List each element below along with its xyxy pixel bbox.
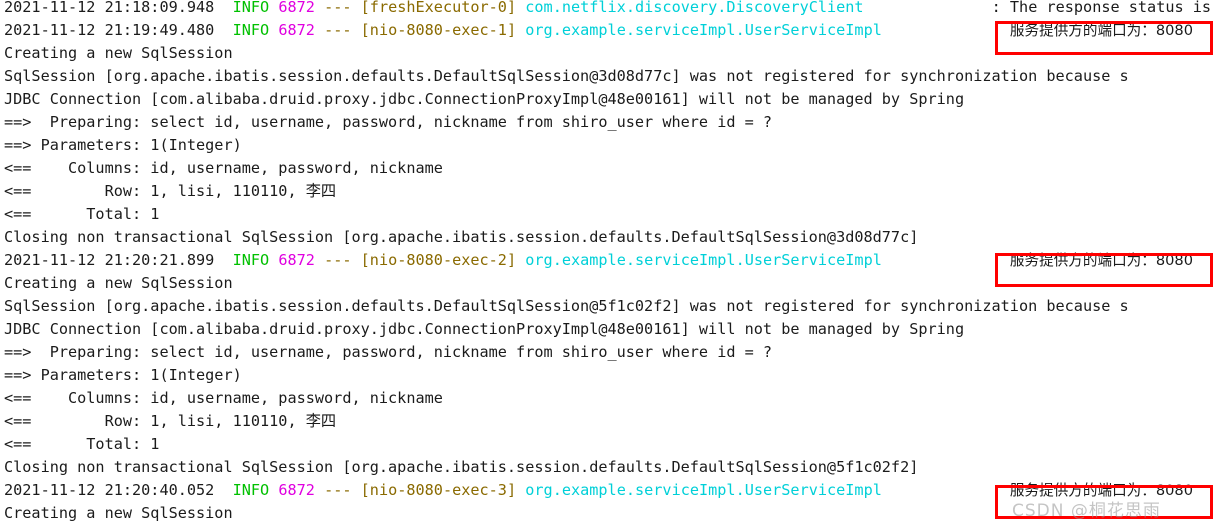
log-message: Creating a new SqlSession (4, 504, 233, 522)
log-message: JDBC Connection [com.alibaba.druid.proxy… (4, 320, 965, 338)
log-line: SqlSession [org.apache.ibatis.session.de… (4, 65, 1211, 88)
log-line: 2021-11-12 21:18:09.948 INFO 6872 --- [f… (4, 0, 1211, 19)
log-line: JDBC Connection [com.alibaba.druid.proxy… (4, 318, 1211, 341)
log-logger: org.example.serviceImpl.UserServiceImpl (525, 481, 882, 499)
log-colon: : (991, 251, 1010, 269)
log-colon: : (991, 0, 1010, 16)
log-thread: [nio-8080-exec-3] (360, 481, 517, 499)
log-line: <== Columns: id, username, password, nic… (4, 157, 1211, 180)
log-timestamp: 2021-11-12 21:20:40.052 (4, 481, 233, 499)
log-line: 2021-11-12 21:20:21.899 INFO 6872 --- [n… (4, 249, 1211, 272)
log-message: 服务提供方的端口为：8080 (1009, 22, 1193, 39)
log-message: <== Row: 1, lisi, 110110, 李四 (4, 412, 337, 430)
log-message: <== Columns: id, username, password, nic… (4, 159, 443, 177)
log-separator: --- (324, 21, 352, 39)
log-message: <== Row: 1, lisi, 110110, 李四 (4, 182, 337, 200)
log-level: INFO (232, 21, 270, 39)
log-separator: --- (324, 251, 352, 269)
log-line-list: 2021-11-12 21:18:09.948 INFO 6872 --- [f… (4, 0, 1211, 525)
log-message: <== Total: 1 (4, 435, 160, 453)
log-pid: 6872 (278, 481, 315, 499)
log-line: Closing non transactional SqlSession [or… (4, 226, 1211, 249)
log-thread: [nio-8080-exec-1] (360, 21, 517, 39)
log-line: <== Row: 1, lisi, 110110, 李四 (4, 410, 1211, 433)
log-logger: org.example.serviceImpl.UserServiceImpl (525, 21, 882, 39)
log-message: Closing non transactional SqlSession [or… (4, 228, 919, 246)
log-pid: 6872 (278, 251, 315, 269)
log-message: SqlSession [org.apache.ibatis.session.de… (4, 67, 1129, 85)
log-line: 2021-11-12 21:19:49.480 INFO 6872 --- [n… (4, 19, 1211, 42)
log-level: INFO (232, 251, 270, 269)
log-thread: [nio-8080-exec-2] (360, 251, 517, 269)
log-timestamp: 2021-11-12 21:18:09.948 (4, 0, 233, 16)
log-line: Creating a new SqlSession (4, 272, 1211, 295)
log-message: <== Columns: id, username, password, nic… (4, 389, 443, 407)
log-message: ==> Parameters: 1(Integer) (4, 136, 242, 154)
log-line: ==> Parameters: 1(Integer) (4, 134, 1211, 157)
log-line: SqlSession [org.apache.ibatis.session.de… (4, 295, 1211, 318)
log-message: ==> Parameters: 1(Integer) (4, 366, 242, 384)
log-timestamp: 2021-11-12 21:19:49.480 (4, 21, 233, 39)
log-pid: 6872 (278, 21, 315, 39)
log-line: ==> Preparing: select id, username, pass… (4, 111, 1211, 134)
log-level: INFO (232, 0, 270, 16)
log-line: ==> Preparing: select id, username, pass… (4, 341, 1211, 364)
log-message: Closing non transactional SqlSession [or… (4, 458, 919, 476)
log-line: <== Columns: id, username, password, nic… (4, 387, 1211, 410)
log-line: <== Total: 1 (4, 203, 1211, 226)
log-logger: com.netflix.discovery.DiscoveryClient (525, 0, 864, 16)
log-line: Closing non transactional SqlSession [or… (4, 456, 1211, 479)
log-colon: : (991, 481, 1010, 499)
log-message: 服务提供方的端口为：8080 (1009, 482, 1193, 499)
log-line: ==> Parameters: 1(Integer) (4, 364, 1211, 387)
log-message: JDBC Connection [com.alibaba.druid.proxy… (4, 90, 965, 108)
log-message: Creating a new SqlSession (4, 274, 233, 292)
log-message: <== Total: 1 (4, 205, 160, 223)
log-separator: --- (324, 481, 352, 499)
log-line: Creating a new SqlSession (4, 502, 1211, 525)
log-message: Creating a new SqlSession (4, 44, 233, 62)
log-line: JDBC Connection [com.alibaba.druid.proxy… (4, 88, 1211, 111)
log-level: INFO (232, 481, 270, 499)
log-message: ==> Preparing: select id, username, pass… (4, 343, 773, 361)
log-message: SqlSession [org.apache.ibatis.session.de… (4, 297, 1129, 315)
log-logger: org.example.serviceImpl.UserServiceImpl (525, 251, 882, 269)
log-colon: : (991, 21, 1010, 39)
log-separator: --- (324, 0, 352, 16)
log-line: <== Row: 1, lisi, 110110, 李四 (4, 180, 1211, 203)
log-message: The response status is (1009, 0, 1212, 16)
log-thread: [freshExecutor-0] (360, 0, 517, 16)
log-message: ==> Preparing: select id, username, pass… (4, 113, 773, 131)
log-pid: 6872 (278, 0, 315, 16)
log-line: Creating a new SqlSession (4, 42, 1211, 65)
log-message: 服务提供方的端口为：8080 (1009, 252, 1193, 269)
log-line: <== Total: 1 (4, 433, 1211, 456)
log-timestamp: 2021-11-12 21:20:21.899 (4, 251, 233, 269)
log-line: 2021-11-12 21:20:40.052 INFO 6872 --- [n… (4, 479, 1211, 502)
console-output-panel[interactable]: 2021-11-12 21:18:09.948 INFO 6872 --- [f… (0, 0, 1231, 525)
